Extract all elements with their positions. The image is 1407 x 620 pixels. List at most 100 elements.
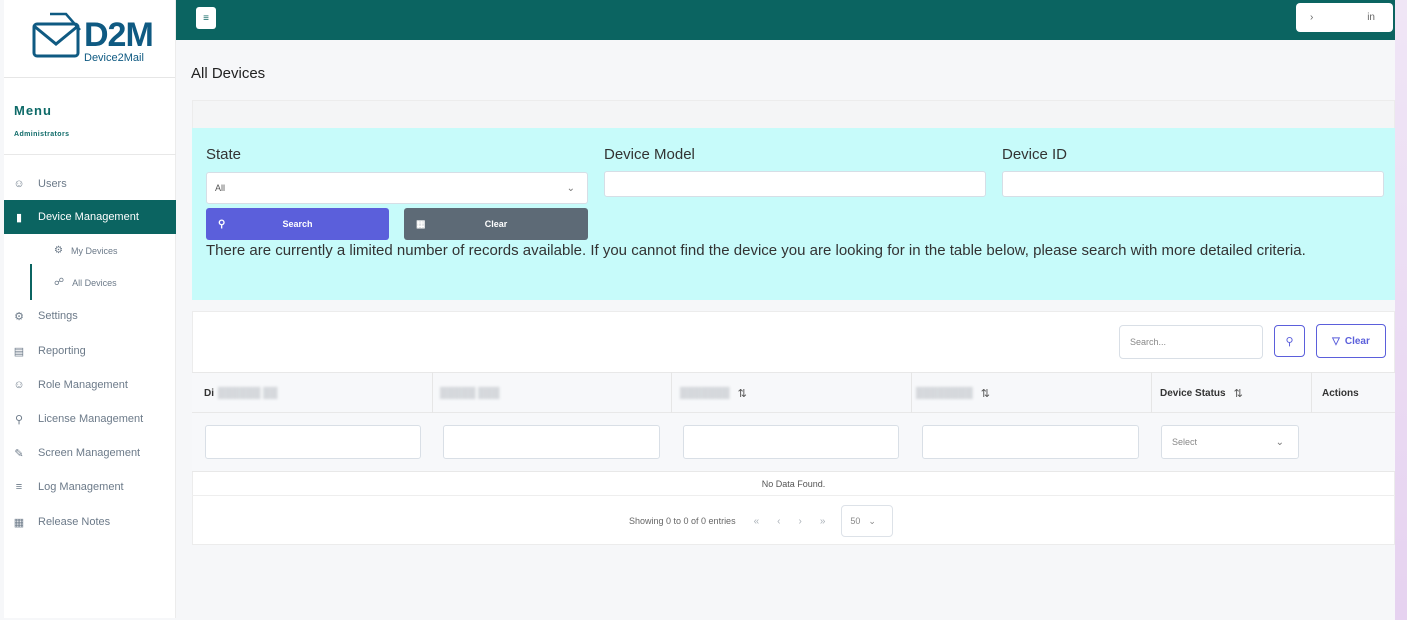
table-header: Di ██████ ██ █████ ███ ███████ ⇅ ███████… [192, 372, 1395, 413]
clear-button[interactable]: ▦ Clear [404, 208, 588, 240]
search-button[interactable]: ⚲ Search [206, 208, 389, 240]
column-filter-input[interactable] [443, 425, 660, 459]
column-header-label: Di [204, 388, 214, 399]
sidebar-item-label: Device Management [38, 211, 139, 223]
sidebar-item-device-management[interactable]: ▮ Device Management [4, 200, 176, 234]
sidebar-item-users[interactable]: ☺ Users [4, 170, 176, 198]
search-icon: ⚲ [1285, 335, 1294, 348]
sidebar-item-license-management[interactable]: ⚲ License Management [4, 405, 176, 433]
device-model-input[interactable] [604, 171, 986, 197]
column-filter-input[interactable] [922, 425, 1139, 459]
prev-page-icon[interactable]: ‹ [777, 516, 780, 527]
sidebar-item-my-devices[interactable]: ⚙ My Devices [54, 245, 117, 256]
column-filter-input[interactable] [205, 425, 421, 459]
next-page-icon[interactable]: › [798, 516, 801, 527]
list-icon: ≡ [15, 481, 23, 493]
first-page-icon[interactable]: « [754, 516, 760, 527]
last-page-icon[interactable]: » [820, 516, 826, 527]
sort-icon: ⇅ [737, 388, 747, 400]
device-icon: ▮ [15, 211, 23, 224]
state-select[interactable]: All ⌄ [206, 172, 588, 204]
sort-icon: ⇅ [1233, 388, 1243, 400]
sidebar-item-label: Reporting [38, 345, 86, 357]
chevron-down-icon: ⌄ [566, 182, 575, 194]
chevron-down-icon: ⌄ [1275, 436, 1284, 448]
column-header-obscured: █████ ███ [440, 388, 500, 399]
column-header-2[interactable]: █████ ███ [440, 373, 499, 414]
column-header-label: Device Status [1160, 388, 1226, 399]
sidebar-item-all-devices[interactable]: ☍ All Devices [54, 277, 117, 288]
menu-toggle-icon[interactable]: ≡ [196, 7, 216, 29]
table-clear-button[interactable]: ▽ Clear [1316, 324, 1386, 358]
sidebar-item-log-management[interactable]: ≡ Log Management [4, 473, 176, 501]
user-icon: ☺ [13, 178, 25, 190]
table-clear-label: Clear [1344, 335, 1370, 347]
logo[interactable]: D2M Device2Mail [4, 0, 175, 78]
menu-role: Administrators [14, 131, 70, 138]
topbar: ≡ › in [176, 0, 1395, 40]
page-edge-decoration [1395, 0, 1407, 620]
table-search-placeholder: Search... [1130, 337, 1167, 347]
sidebar-item-settings[interactable]: ⚙ Settings [4, 302, 176, 330]
per-page-value: 50 [850, 516, 861, 526]
brand-subtitle: Device2Mail [84, 52, 144, 64]
envelope-logo-icon [32, 12, 81, 58]
status-filter-select[interactable]: Select ⌄ [1161, 425, 1299, 459]
column-header-4[interactable]: ████████ ⇅ [916, 373, 990, 414]
sidebar-item-label: Settings [38, 310, 78, 322]
pagination-info: Showing 0 to 0 of 0 entries [629, 516, 736, 526]
per-page-select[interactable]: 50 ⌄ [841, 505, 894, 537]
sidebar-item-label: License Management [38, 413, 144, 425]
column-header-obscured: ████████ [916, 388, 973, 399]
pagination: Showing 0 to 0 of 0 entries « ‹ › » 50 ⌄ [629, 505, 894, 537]
records-notice: There are currently a limited number of … [206, 242, 1306, 259]
status-filter-value: Select [1172, 437, 1198, 447]
user-label: in [1367, 12, 1375, 23]
sidebar-item-label: Role Management [38, 379, 128, 391]
gear-icon: ⚙ [14, 310, 24, 323]
active-indicator [30, 264, 32, 300]
sidebar-item-screen-management[interactable]: ✎ Screen Management [4, 439, 176, 467]
report-icon: ▤ [13, 345, 25, 358]
column-filter-input[interactable] [683, 425, 899, 459]
filter-icon: ▽ [1332, 335, 1340, 347]
state-label: State [206, 146, 242, 163]
user-icon: ☺ [13, 379, 25, 391]
gear-icon: ⚙ [54, 245, 63, 256]
clear-button-label: Clear [484, 219, 508, 229]
state-value: All [215, 183, 226, 193]
user-menu-button[interactable]: › in [1296, 3, 1393, 32]
notes-icon: ▦ [13, 516, 25, 529]
devices-icon: ☍ [54, 277, 65, 288]
column-header-device-status[interactable]: Device Status ⇅ [1160, 373, 1243, 414]
page-title: All Devices [191, 65, 266, 82]
device-id-input[interactable] [1002, 171, 1384, 197]
table-search-input[interactable]: Search... [1119, 325, 1263, 359]
empty-message: No Data Found. [192, 472, 1395, 496]
brand-name: D2M [84, 16, 154, 54]
sidebar-item-label: My Devices [70, 245, 118, 256]
sidebar-item-release-notes[interactable]: ▦ Release Notes [4, 508, 176, 536]
device-id-label: Device ID [1002, 146, 1068, 163]
column-header-label: Actions [1322, 388, 1359, 399]
device-model-label: Device Model [604, 146, 695, 163]
pen-icon: ✎ [14, 447, 24, 460]
table-search-button[interactable]: ⚲ [1274, 325, 1305, 357]
sidebar-item-role-management[interactable]: ☺ Role Management [4, 371, 176, 399]
sidebar-item-label: Release Notes [38, 516, 111, 528]
menu-title: Menu [14, 103, 52, 118]
sidebar-item-label: Log Management [38, 481, 124, 493]
column-header-device[interactable]: Di ██████ ██ [204, 373, 277, 414]
search-button-label: Search [282, 219, 313, 229]
sidebar-item-reporting[interactable]: ▤ Reporting [4, 337, 176, 365]
sidebar-item-label: Screen Management [38, 447, 141, 459]
trash-icon: ▦ [416, 218, 426, 230]
search-icon: ⚲ [218, 218, 226, 230]
divider [4, 154, 176, 155]
chevron-down-icon: ⌄ [868, 515, 876, 526]
chevron-right-icon: › [1310, 12, 1314, 23]
column-header-3[interactable]: ███████ ⇅ [680, 373, 747, 414]
sidebar-item-label: All Devices [72, 277, 117, 288]
column-header-obscured: ██████ ██ [218, 388, 278, 399]
sort-icon: ⇅ [980, 388, 990, 400]
